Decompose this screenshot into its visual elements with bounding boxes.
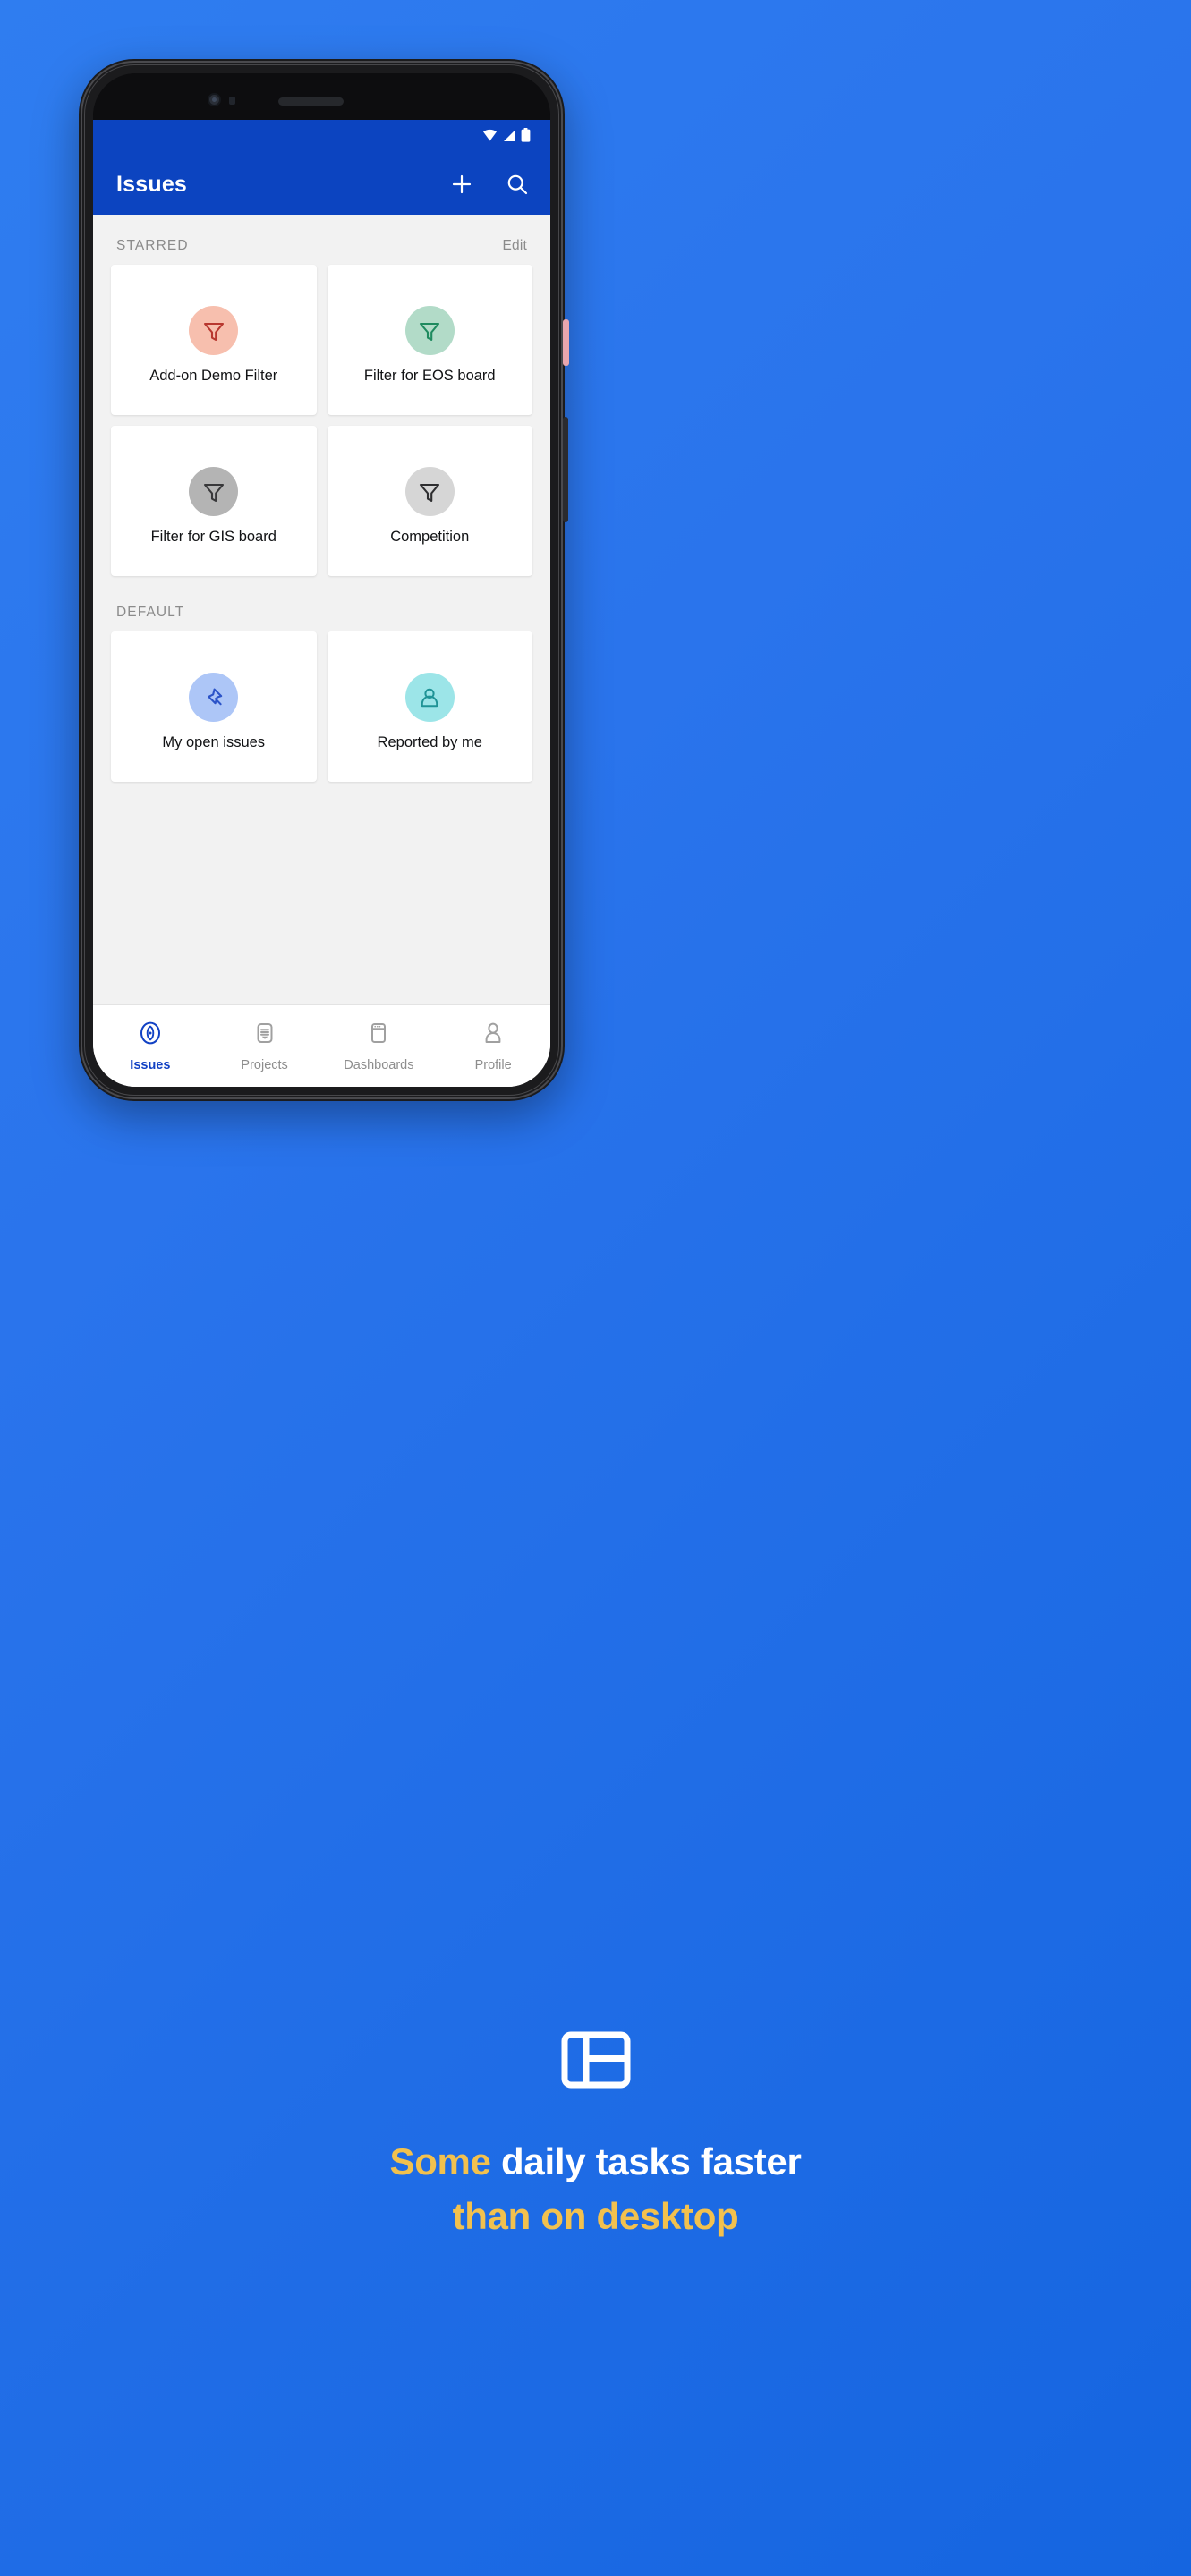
funnel-icon-wrapper [404,467,455,516]
tagline-line-1: Some daily tasks faster [389,2135,801,2190]
nav-label-issues: Issues [130,1058,171,1072]
volume-button[interactable] [563,417,568,522]
nav-item-issues[interactable]: Issues [93,1020,208,1072]
filter-card-add-on-demo-filter[interactable]: Add-on Demo Filter [111,265,317,415]
section-title-starred: STARRED [116,238,189,253]
cellular-signal-icon [502,129,516,147]
nav-item-profile[interactable]: Profile [436,1020,550,1072]
phone-mockup: Issues STARRED Edit Add-on Demo Filter F… [79,59,1112,1101]
funnel-icon [203,483,224,502]
filter-card-my-open-issues[interactable]: My open issues [111,631,317,782]
funnel-icon-wrapper [189,306,239,355]
status-bar [93,120,550,154]
tagline-line-2: than on desktop [452,2194,739,2237]
nav-item-dashboards[interactable]: Dashboards [322,1020,437,1072]
edit-button[interactable]: Edit [502,238,527,254]
filter-card-filter-for-eos-board[interactable]: Filter for EOS board [327,265,532,415]
earpiece-speaker [278,97,344,106]
funnel-icon-wrapper [189,467,239,516]
jira-mobile-app: Issues STARRED Edit Add-on Demo Filter F… [93,120,550,1087]
filter-card-label: Add-on Demo Filter [149,368,278,384]
front-camera-icon [208,93,221,106]
section-header-starred: STARRED Edit [93,215,550,265]
nav-label-projects: Projects [241,1058,288,1072]
filters-content: STARRED Edit Add-on Demo Filter Filter f… [93,215,550,1004]
page-title: Issues [116,171,188,197]
person-icon-wrapper [404,673,455,722]
filter-card-label: Filter for GIS board [150,529,276,545]
starred-card-grid: Add-on Demo Filter Filter for EOS board [93,265,550,576]
section-title-default: DEFAULT [116,605,185,620]
app-bar: Issues [93,154,550,215]
battery-icon [521,127,531,147]
profile-person-icon [480,1020,506,1051]
wifi-icon [482,129,498,147]
power-button[interactable] [563,319,569,366]
filter-card-label: My open issues [162,734,266,750]
filter-card-filter-for-gis-board[interactable]: Filter for GIS board [111,426,317,576]
funnel-icon [203,322,224,341]
person-icon [421,688,438,707]
funnel-icon [420,322,440,341]
phone-body: Issues STARRED Edit Add-on Demo Filter F… [79,59,569,1101]
bottom-navigation-bar: Issues Projects Dashboards Profile [93,1004,550,1087]
filter-card-competition[interactable]: Competition [327,426,532,576]
filter-card-label: Reported by me [377,734,482,750]
filter-card-label: Filter for EOS board [363,368,496,384]
search-icon[interactable] [504,171,531,198]
nav-label-dashboards: Dashboards [344,1058,414,1072]
nav-label-profile: Profile [474,1058,512,1072]
issues-compass-icon [137,1020,164,1051]
filter-card-reported-by-me[interactable]: Reported by me [327,631,532,782]
funnel-icon-wrapper [404,306,455,355]
tagline-gold-1: Some [389,2140,491,2182]
pin-icon-wrapper [189,673,239,722]
tagline-white-1: daily tasks faster [501,2140,802,2182]
funnel-icon [420,483,440,502]
pin-icon [207,688,222,705]
section-header-default: DEFAULT [93,576,550,631]
projects-icon [251,1020,278,1051]
notch-area [93,73,550,120]
tagline-block: Some daily tasks faster than on desktop [0,2023,1191,2244]
phone-screen: Issues STARRED Edit Add-on Demo Filter F… [93,73,550,1087]
layout-dashboard-icon [559,2023,633,2101]
filter-card-label: Competition [390,529,470,545]
default-card-grid: My open issues Reported by me [93,631,550,782]
dashboards-icon [365,1020,392,1051]
plus-icon[interactable] [448,171,475,198]
sensor-icon [229,97,235,105]
nav-item-projects[interactable]: Projects [208,1020,322,1072]
